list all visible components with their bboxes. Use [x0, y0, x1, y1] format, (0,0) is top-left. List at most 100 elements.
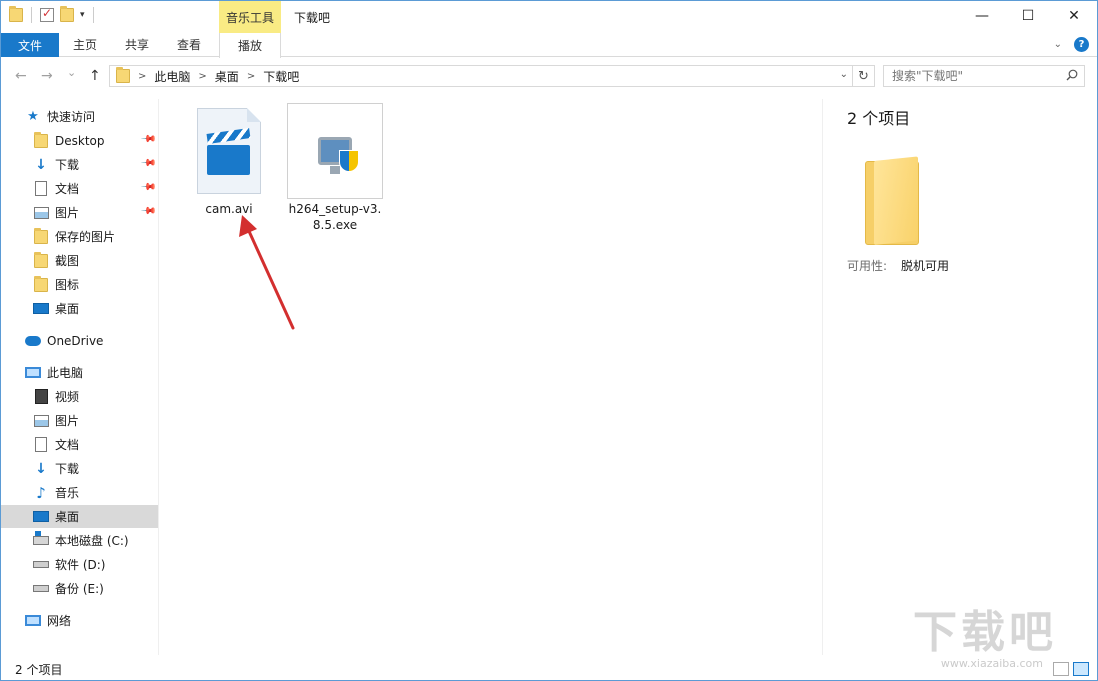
search-box[interactable]: [883, 65, 1085, 87]
sidebar-item-label: 图标: [55, 278, 80, 292]
chevron-down-icon[interactable]: ⌄: [840, 69, 848, 80]
back-button[interactable]: ←: [15, 68, 27, 84]
tab-share[interactable]: 共享: [117, 33, 157, 56]
folder-icon: [33, 131, 49, 149]
sidebar-item-label: 此电脑: [47, 366, 84, 380]
file-item-h264-setup[interactable]: h264_setup-v3.8.5.exe: [287, 103, 383, 233]
sidebar-item-onedrive[interactable]: OneDrive: [1, 329, 158, 352]
document-icon: [33, 437, 49, 453]
title-bar: ▾ 音乐工具 下载吧 — ☐ ✕: [1, 1, 1097, 33]
sidebar-item-desktop-quick[interactable]: 桌面: [1, 297, 158, 320]
desktop-icon: [33, 509, 49, 525]
address-bar[interactable]: > 此电脑 > 桌面 > 下载吧 ⌄ ↻: [109, 65, 875, 87]
sidebar-item-videos[interactable]: 视频: [1, 385, 158, 408]
search-icon[interactable]: [1066, 69, 1078, 81]
picture-icon: [33, 205, 49, 221]
details-pane: 2 个项目 可用性: 脱机可用: [822, 99, 1097, 655]
tab-view[interactable]: 查看: [169, 33, 209, 56]
watermark-logo: 下载吧: [913, 607, 1057, 658]
tab-play[interactable]: 播放: [219, 33, 281, 58]
sidebar-item-desktop[interactable]: 桌面: [1, 505, 158, 528]
desktop-icon: [33, 301, 49, 317]
status-bar: 2 个项目: [1, 658, 1097, 680]
breadcrumb-desktop[interactable]: 桌面: [215, 68, 239, 85]
cloud-icon: [25, 333, 41, 349]
sidebar-item-music[interactable]: ♪ 音乐: [1, 481, 158, 504]
details-item-count: 2 个项目: [847, 109, 911, 128]
file-name[interactable]: cam.avi: [181, 201, 277, 217]
pin-icon[interactable]: 📌: [139, 203, 156, 220]
customize-toolbar-icon[interactable]: ▾: [80, 10, 85, 20]
search-input[interactable]: [892, 69, 1062, 83]
contextual-tab-group-label: 音乐工具: [219, 1, 281, 33]
folder-icon: [33, 227, 49, 245]
sidebar-item-label: OneDrive: [47, 333, 104, 348]
divider: [92, 7, 94, 23]
window-controls: — ☐ ✕: [959, 1, 1097, 31]
close-button[interactable]: ✕: [1051, 1, 1097, 31]
computer-icon: [25, 365, 41, 381]
availability-value: 脱机可用: [901, 259, 950, 273]
status-item-count: 2 个项目: [15, 662, 63, 677]
details-view-icon[interactable]: [1053, 662, 1069, 676]
properties-icon[interactable]: [40, 6, 54, 22]
sidebar-item-drive-c[interactable]: 本地磁盘 (C:): [1, 529, 158, 552]
download-icon: ↓: [35, 156, 47, 173]
breadcrumb-current[interactable]: 下载吧: [263, 68, 299, 85]
minimize-button[interactable]: —: [959, 1, 1005, 31]
maximize-button[interactable]: ☐: [1005, 1, 1051, 31]
navigation-bar: ← → ⌄ ↑ > 此电脑 > 桌面 > 下载吧 ⌄ ↻: [1, 61, 1097, 91]
sidebar-item-label: 本地磁盘 (C:): [55, 534, 129, 548]
sidebar-item-quick-access[interactable]: ★ 快速访问: [1, 105, 158, 128]
chevron-right-icon[interactable]: >: [138, 71, 146, 82]
tab-home[interactable]: 主页: [65, 33, 105, 56]
sidebar-item-documents-pinned[interactable]: 文档 📌: [1, 177, 158, 200]
new-folder-icon[interactable]: [60, 6, 74, 22]
large-icons-view-icon[interactable]: [1073, 662, 1089, 676]
sidebar-item-this-pc[interactable]: 此电脑: [1, 361, 158, 384]
sidebar-item-desktop-pinned[interactable]: Desktop 📌: [1, 129, 158, 152]
sidebar-item-drive-d[interactable]: 软件 (D:): [1, 553, 158, 576]
pin-icon[interactable]: 📌: [139, 179, 156, 196]
window-title: 下载吧: [294, 11, 331, 25]
sidebar-item-pictures[interactable]: 图片: [1, 409, 158, 432]
folder-icon: [33, 275, 49, 293]
forward-button[interactable]: →: [41, 68, 53, 84]
document-icon: [33, 181, 49, 197]
star-icon: ★: [27, 109, 39, 124]
sidebar-item-icons[interactable]: 图标: [1, 273, 158, 296]
sidebar-item-label: 快速访问: [47, 110, 96, 124]
breadcrumb-this-pc[interactable]: 此电脑: [154, 68, 190, 85]
sidebar-item-label: 图片: [55, 206, 80, 220]
ribbon-right-controls: ⌄ ?: [1054, 37, 1089, 52]
recent-locations-button[interactable]: ⌄: [67, 66, 76, 79]
ribbon-tabs: 文件 主页 共享 查看 播放 ⌄ ?: [1, 33, 1097, 58]
installer-icon[interactable]: [287, 103, 383, 199]
folder-icon: [9, 6, 23, 22]
sidebar-item-network[interactable]: 网络: [1, 609, 158, 632]
refresh-button[interactable]: ↻: [852, 65, 874, 87]
sidebar-item-drive-e[interactable]: 备份 (E:): [1, 577, 158, 600]
chevron-right-icon[interactable]: >: [198, 71, 206, 82]
sidebar-item-downloads[interactable]: ↓ 下载: [1, 457, 158, 480]
quick-access-toolbar: ▾: [9, 6, 96, 23]
sidebar-item-saved-pictures[interactable]: 保存的图片: [1, 225, 158, 248]
sidebar-item-downloads-pinned[interactable]: ↓ 下载 📌: [1, 153, 158, 176]
pin-icon[interactable]: 📌: [139, 155, 156, 172]
pin-icon[interactable]: 📌: [139, 131, 156, 148]
file-item-cam-avi[interactable]: cam.avi: [181, 103, 277, 217]
sidebar-item-screenshots[interactable]: 截图: [1, 249, 158, 272]
sidebar-item-documents[interactable]: 文档: [1, 433, 158, 456]
sidebar-item-label: 桌面: [55, 510, 80, 524]
video-file-icon[interactable]: [181, 103, 277, 199]
sidebar-item-pictures-pinned[interactable]: 图片 📌: [1, 201, 158, 224]
view-switcher: [1053, 662, 1089, 676]
tab-file[interactable]: 文件: [1, 33, 59, 57]
drive-icon: [33, 557, 49, 573]
expand-ribbon-icon[interactable]: ⌄: [1054, 39, 1062, 50]
file-name[interactable]: h264_setup-v3.8.5.exe: [287, 201, 383, 233]
chevron-right-icon[interactable]: >: [247, 71, 255, 82]
help-icon[interactable]: ?: [1074, 37, 1089, 52]
up-button[interactable]: ↑: [89, 68, 101, 84]
folder-icon: [33, 251, 49, 269]
